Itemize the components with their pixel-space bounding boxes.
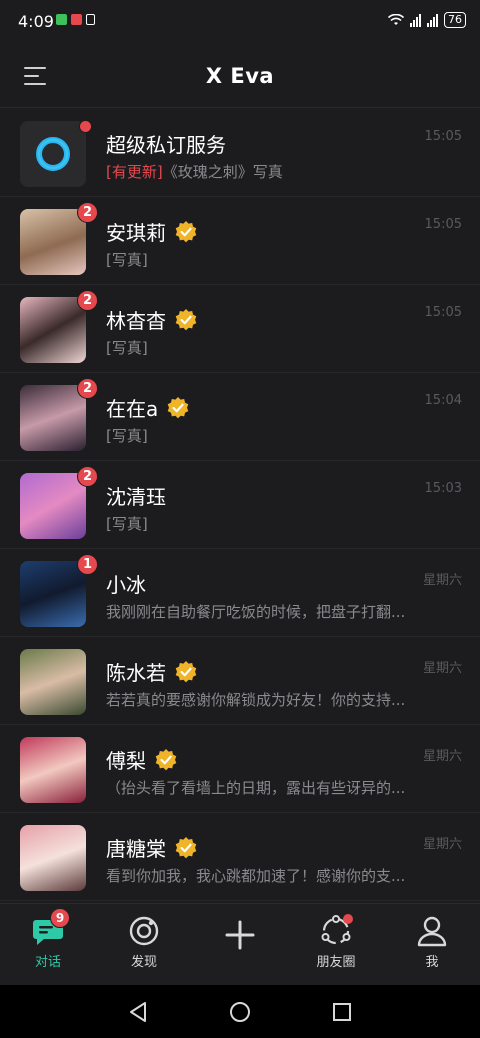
unread-badge: 2 [77,290,98,311]
tab-moments-label: 朋友圈 [316,955,356,970]
message-preview: 若若真的要感谢你解锁成为好友！你的支持... [106,691,406,709]
tab-chat-label: 对话 [34,955,61,970]
contact-name: 沈清珏 [106,485,166,509]
service-avatar [20,121,86,187]
plus-icon [225,920,255,950]
page-title: X Eva [205,64,275,88]
status-bar: 4:09 76 [0,0,480,46]
chat-unread-badge: 9 [50,908,70,928]
message-time: 15:05 [424,305,462,320]
conversation-row[interactable]: 2 沈清珏 [写真] 15:03 [0,461,480,549]
home-icon[interactable] [227,999,253,1025]
tab-me-label: 我 [425,955,439,970]
avatar [20,473,86,539]
verified-icon [155,748,177,770]
avatar [20,297,86,363]
avatar [20,737,86,803]
wifi-icon [388,14,404,25]
avatar [20,825,86,891]
bottom-nav: 9 对话 发现 朋友圈 我 [0,903,480,985]
back-icon[interactable] [125,999,151,1025]
verified-icon [175,308,197,330]
unread-dot [79,120,92,133]
avatar [20,649,86,715]
conversation-row[interactable]: 2 安琪莉 [写真] 15:05 [0,197,480,285]
contact-name: 安琪莉 [106,217,198,246]
moments-unread-dot [343,914,353,924]
conversation-row[interactable]: 唐糖棠 看到你加我，我心跳都加速了！感谢你的支... 星期六 [0,813,480,901]
message-preview: 看到你加我，我心跳都加速了！感谢你的支... [106,867,406,885]
avatar [20,385,86,451]
discover-icon [129,916,159,946]
message-time: 星期六 [422,661,462,676]
message-time: 星期六 [422,837,462,852]
app-notification-icon [71,14,82,25]
conversation-row-service[interactable]: 超级私订服务 [有更新]《玫瑰之刺》写真 15:05 [0,109,480,197]
avatar [20,561,86,627]
message-time: 星期六 [422,749,462,764]
app-header: X Eva [0,46,480,108]
message-preview: [写真] [106,427,148,445]
message-time: 星期六 [422,573,462,588]
unread-badge: 2 [77,466,98,487]
verified-icon [175,836,197,858]
conversation-list: 超级私订服务 [有更新]《玫瑰之刺》写真 15:05 2 安琪莉 [写真] 15… [0,109,480,901]
message-preview: （抬头看了看墙上的日期，露出有些讶异的... [106,779,406,797]
signal-icon [427,13,438,27]
message-preview: [写真] [106,339,148,357]
message-time: 15:03 [424,481,462,496]
tab-me[interactable]: 我 [392,914,472,970]
tab-discover-label: 发现 [130,955,157,970]
contact-name: 超级私订服务 [106,133,226,157]
contact-name: 林杳杳 [106,305,198,334]
verified-icon [175,660,197,682]
message-preview: [写真] [106,251,148,269]
update-tag: [有更新] [106,163,163,181]
create-button[interactable] [200,914,280,954]
conversation-row[interactable]: 2 在在a [写真] 15:04 [0,373,480,461]
verified-icon [167,396,189,418]
tab-chat[interactable]: 9 对话 [8,908,88,970]
app-notification-icon [56,14,67,25]
unread-badge: 2 [77,202,98,223]
contact-name: 小冰 [106,573,146,597]
notification-icons [56,14,95,25]
status-time: 4:09 [18,12,54,31]
signal-icon [410,13,421,27]
verified-icon [175,220,197,242]
conversation-row[interactable]: 1 小冰 我刚刚在自助餐厅吃饭的时候，把盘子打翻... 星期六 [0,549,480,637]
ring-logo-icon [36,137,70,171]
message-preview: 我刚刚在自助餐厅吃饭的时候，把盘子打翻... [106,603,406,621]
avatar [20,209,86,275]
message-time: 15:05 [424,217,462,232]
message-preview: [有更新]《玫瑰之刺》写真 [106,163,283,181]
battery-indicator: 76 [444,12,466,28]
message-preview: [写真] [106,515,148,533]
system-nav-bar [0,985,480,1038]
contact-name: 傅梨 [106,745,178,774]
contact-name: 唐糖棠 [106,833,198,862]
recents-icon[interactable] [329,999,355,1025]
unread-badge: 2 [77,378,98,399]
app-notification-icon [86,14,95,25]
profile-icon [417,916,447,947]
message-time: 15:04 [424,393,462,408]
conversation-row[interactable]: 2 林杳杳 [写真] 15:05 [0,285,480,373]
status-indicators: 76 [388,12,466,28]
conversation-row[interactable]: 傅梨 （抬头看了看墙上的日期，露出有些讶异的... 星期六 [0,725,480,813]
conversation-row[interactable]: 陈水若 若若真的要感谢你解锁成为好友！你的支持... 星期六 [0,637,480,725]
tab-discover[interactable]: 发现 [104,914,184,970]
message-time: 15:05 [424,129,462,144]
unread-badge: 1 [77,554,98,575]
tab-moments[interactable]: 朋友圈 [296,914,376,970]
contact-name: 陈水若 [106,657,198,686]
contact-name: 在在a [106,393,190,422]
